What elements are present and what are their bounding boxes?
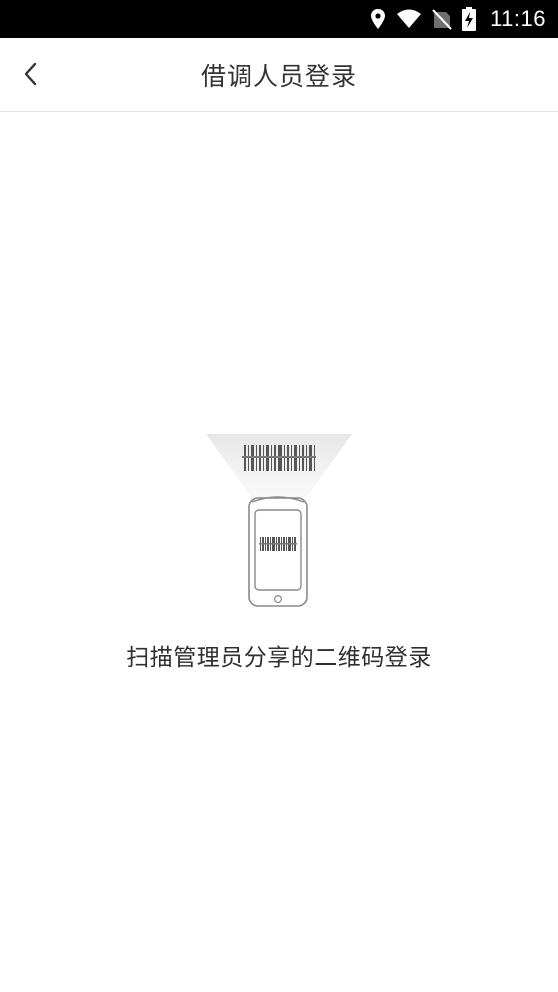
status-time: 11:16	[490, 6, 546, 31]
page-title: 借调人员登录	[200, 62, 357, 91]
location-icon	[370, 8, 386, 30]
battery-charging-icon	[462, 7, 477, 31]
status-icons: 11:16	[370, 0, 546, 38]
back-button[interactable]	[12, 57, 50, 95]
wifi-icon	[396, 9, 422, 29]
nav-bar: 借调人员登录	[0, 38, 558, 112]
scan-hint-text: 扫描管理员分享的二维码登录	[126, 645, 432, 671]
phone-scan-barcode-illustration	[200, 432, 358, 612]
status-bar: 11:16	[0, 0, 558, 38]
chevron-left-icon	[21, 60, 41, 92]
no-sim-icon	[432, 8, 452, 30]
